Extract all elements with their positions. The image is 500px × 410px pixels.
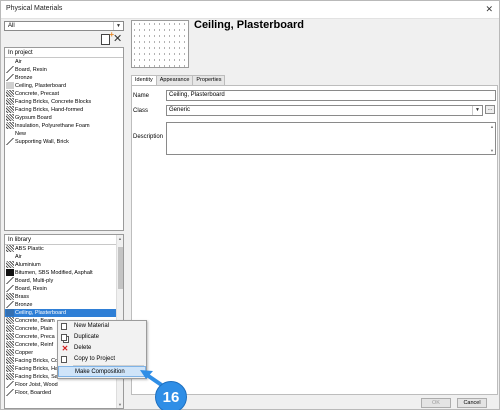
callout-arrow [140,370,165,388]
physical-materials-window: Physical Materials ✕ All ▼ ✕ In project … [0,0,500,410]
step-badge: 16 [155,381,187,410]
